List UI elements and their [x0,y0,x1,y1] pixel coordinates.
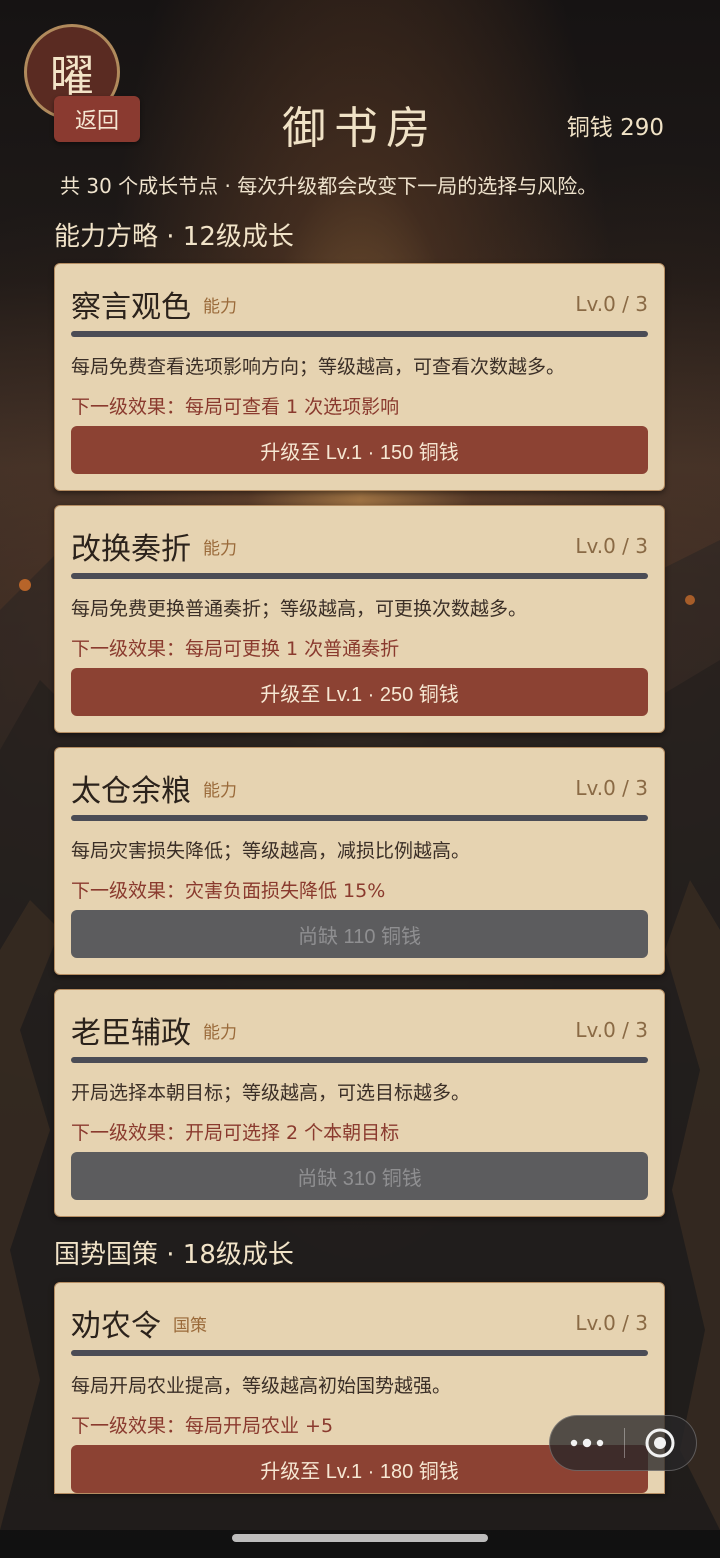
more-dots-icon[interactable] [550,1415,624,1471]
card-level: Lv.0 / 3 [575,292,648,316]
card-description: 每局免费查看选项影响方向；等级越高，可查看次数越多。 [71,356,566,378]
upgrade-card: 老臣辅政 能力 Lv.0 / 3 开局选择本朝目标；等级越高，可选目标越多。 下… [54,989,665,1217]
upgrade-card: 太仓余粮 能力 Lv.0 / 3 每局灾害损失降低；等级越高，减损比例越高。 下… [54,747,665,975]
home-indicator [232,1534,488,1542]
card-next-effect: 下一级效果：每局可更换 1 次普通奏折 [71,638,400,660]
card-next-effect: 下一级效果：开局可选择 2 个本朝目标 [71,1122,400,1144]
level-progress-bar [71,1350,648,1356]
card-name: 改换奏折 [71,532,191,567]
card-name: 察言观色 [71,290,191,325]
card-description: 每局开局农业提高，等级越高初始国势越强。 [71,1375,452,1397]
card-level: Lv.0 / 3 [575,776,648,800]
card-tag: 能力 [203,539,237,559]
mini-program-capsule [549,1415,697,1471]
level-progress-bar [71,331,648,337]
card-next-effect: 下一级效果：灾害负面损失降低 15% [71,880,386,902]
card-level: Lv.0 / 3 [575,534,648,558]
section-title-policy: 国势国策 · 18级成长 [54,1240,294,1270]
card-description: 开局选择本朝目标；等级越高，可选目标越多。 [71,1082,471,1104]
upgrade-card: 察言观色 能力 Lv.0 / 3 每局免费查看选项影响方向；等级越高，可查看次数… [54,263,665,491]
card-description: 每局免费更换普通奏折；等级越高，可更换次数越多。 [71,598,528,620]
level-progress-bar [71,815,648,821]
card-name: 劝农令 [71,1309,161,1344]
section-title-ability: 能力方略 · 12级成长 [54,222,294,252]
page-subtitle: 共 30 个成长节点 · 每次升级都会改变下一局的选择与风险。 [60,174,598,198]
coin-balance: 铜钱 290 [566,115,664,141]
card-tag: 国策 [173,1316,207,1336]
card-tag: 能力 [203,781,237,801]
card-level: Lv.0 / 3 [575,1311,648,1335]
card-name: 太仓余粮 [71,774,191,809]
back-button[interactable]: 返回 [54,96,140,142]
insufficient-coins-button[interactable]: 尚缺 110 铜钱 [71,910,648,958]
card-name: 老臣辅政 [71,1016,191,1051]
card-tag: 能力 [203,1023,237,1043]
level-progress-bar [71,1057,648,1063]
card-next-effect: 下一级效果：每局可查看 1 次选项影响 [71,396,400,418]
card-tag: 能力 [203,297,237,317]
card-description: 每局灾害损失降低；等级越高，减损比例越高。 [71,840,471,862]
insufficient-coins-button[interactable]: 尚缺 310 铜钱 [71,1152,648,1200]
upgrade-card: 改换奏折 能力 Lv.0 / 3 每局免费更换普通奏折；等级越高，可更换次数越多… [54,505,665,733]
card-level: Lv.0 / 3 [575,1018,648,1042]
target-circle-icon[interactable] [625,1415,697,1471]
level-progress-bar [71,573,648,579]
upgrade-button[interactable]: 升级至 Lv.1 · 250 铜钱 [71,668,648,716]
upgrade-button[interactable]: 升级至 Lv.1 · 150 铜钱 [71,426,648,474]
card-next-effect: 下一级效果：每局开局农业 +5 [71,1415,334,1437]
